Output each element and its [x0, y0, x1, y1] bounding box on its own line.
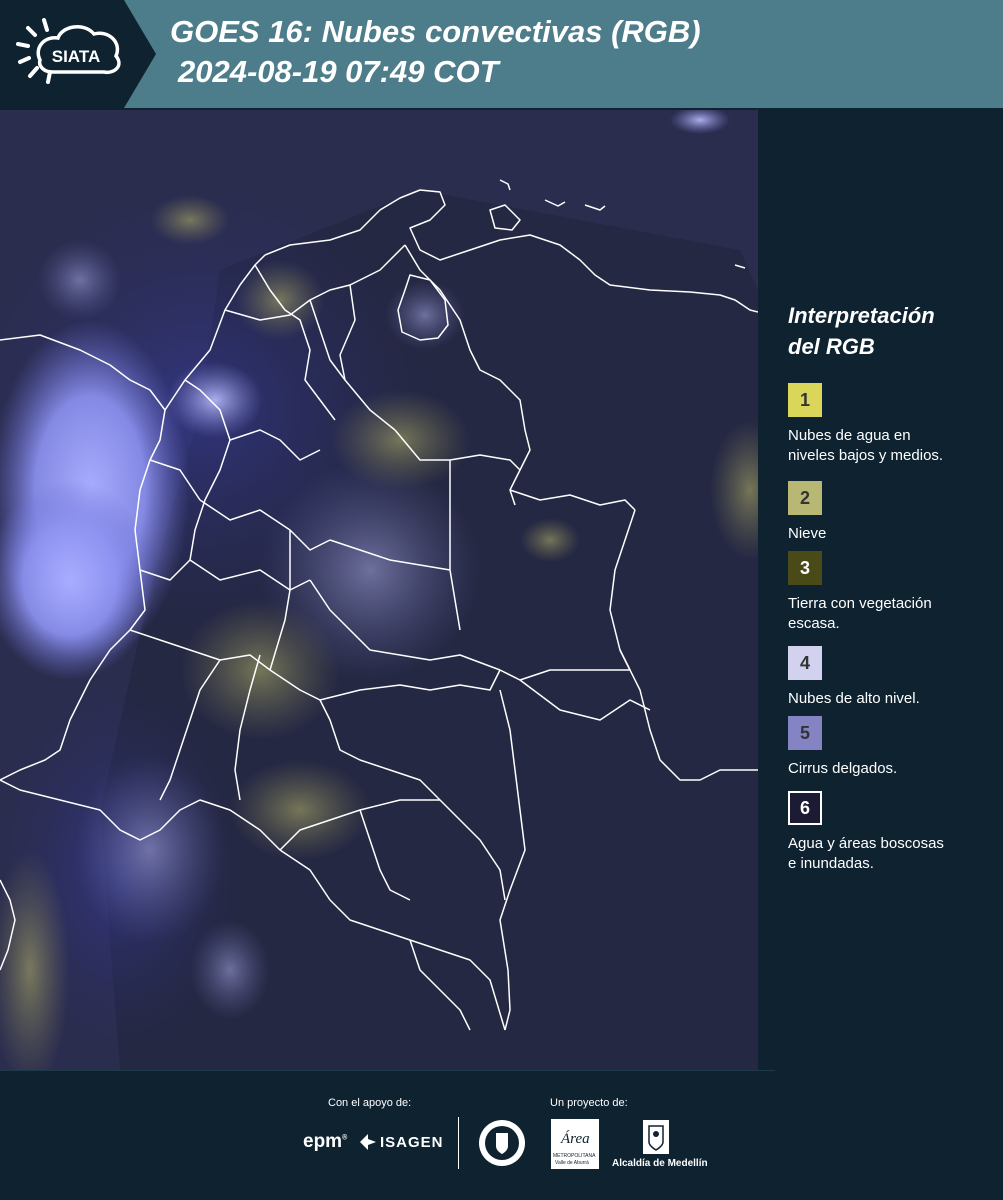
isagen-icon — [360, 1134, 376, 1150]
support-label: Con el apoyo de: — [328, 1097, 412, 1109]
legend-label-line2: niveles bajos y medios. — [788, 447, 944, 464]
legend-item-1: 1 Nubes de agua en niveles bajos y medios. — [788, 383, 998, 466]
legend-label-line1: Cirrus delgados. — [788, 760, 898, 777]
legend-label-line1: Tierra con vegetación — [788, 595, 932, 612]
legend-label-line2: e inundadas. — [788, 855, 874, 872]
legend-swatch: 3 — [788, 551, 822, 585]
legend-swatch: 2 — [788, 481, 822, 515]
legend-item-3: 3 Tierra con vegetación escasa. — [788, 551, 998, 634]
legend-item-5: 5 Cirrus delgados. — [788, 716, 998, 779]
legend-label: Cirrus delgados. — [788, 759, 998, 779]
epm-logo: epm® — [303, 1131, 348, 1152]
legend-swatch: 5 — [788, 716, 822, 750]
legend-label: Tierra con vegetación escasa. — [788, 594, 998, 634]
legend-item-4: 4 Nubes de alto nivel. — [788, 646, 998, 709]
medellin-seal-icon — [479, 1120, 525, 1166]
legend-swatch: 4 — [788, 646, 822, 680]
header-bar: SIATA GOES 16: Nubes convectivas (RGB) 2… — [0, 0, 1003, 108]
legend-label-line1: Nieve — [788, 525, 827, 542]
map-title: GOES 16: Nubes convectivas (RGB) — [170, 14, 701, 49]
legend-label-line1: Nubes de alto nivel. — [788, 690, 920, 707]
isagen-logo: ISAGEN — [380, 1134, 444, 1151]
legend-label: Nubes de agua en niveles bajos y medios. — [788, 426, 998, 466]
satellite-map[interactable] — [0, 110, 758, 1070]
alcaldia-medellin-logo: Alcaldía de Medellín — [612, 1158, 708, 1169]
area-metropolitana-logo: Área METROPOLITANA Valle de Aburrá — [551, 1119, 599, 1169]
legend-item-6: 6 Agua y áreas boscosas e inundadas. — [788, 791, 998, 874]
legend-item-2: 2 Nieve — [788, 481, 998, 544]
legend-label: Nubes de alto nivel. — [788, 689, 998, 709]
alcaldia-shield-icon — [643, 1120, 669, 1154]
legend-label-line1: Nubes de agua en — [788, 427, 911, 444]
legend-swatch: 6 — [788, 791, 822, 825]
legend-swatch: 1 — [788, 383, 822, 417]
legend-label-line2: escasa. — [788, 615, 840, 632]
footer-divider — [0, 1070, 775, 1071]
legend-label: Nieve — [788, 524, 998, 544]
project-label: Un proyecto de: — [550, 1097, 628, 1109]
legend-label-line1: Agua y áreas boscosas — [788, 835, 944, 852]
siata-logo-text: SIATA — [52, 47, 100, 66]
legend-title: Interpretación del RGB — [788, 303, 935, 359]
footer-separator — [458, 1117, 459, 1169]
legend-label: Agua y áreas boscosas e inundadas. — [788, 834, 998, 874]
map-timestamp: 2024-08-19 07:49 COT — [178, 54, 499, 89]
siata-logo: SIATA — [0, 0, 156, 108]
